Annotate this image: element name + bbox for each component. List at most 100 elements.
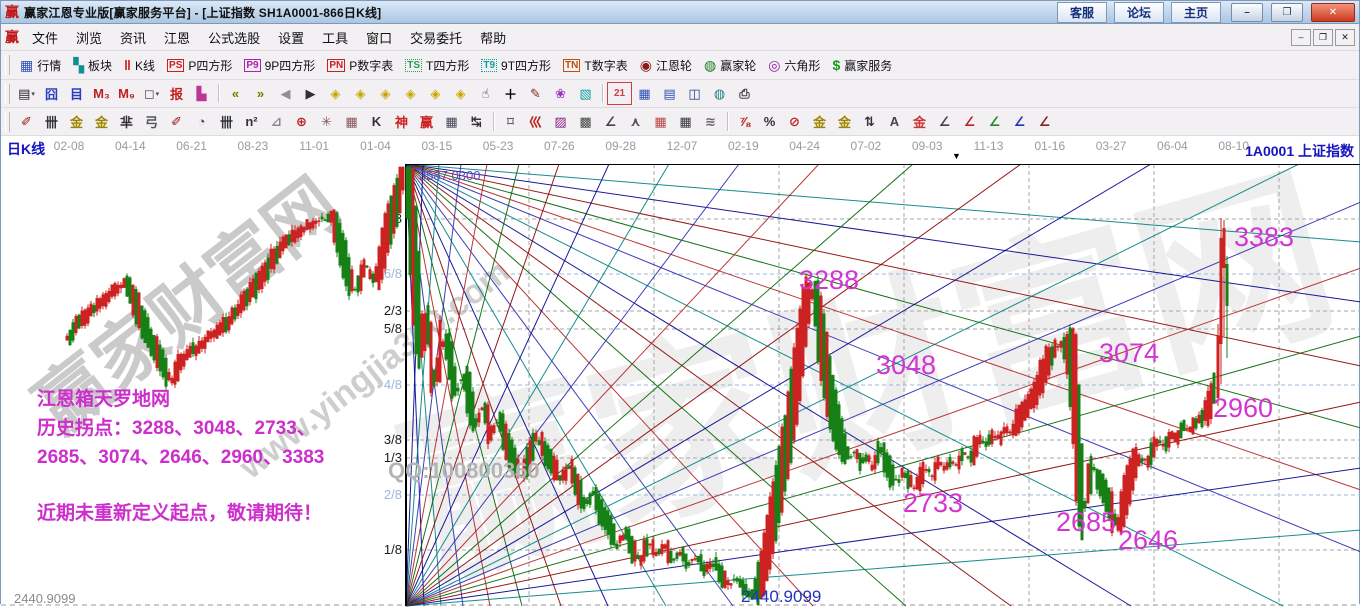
view-tool-icon-14[interactable]: ◈: [348, 82, 373, 105]
view-tool-icon-21[interactable]: ✎: [523, 82, 548, 105]
draw-tool-icon-21[interactable]: 巛: [523, 110, 548, 133]
draw-tool-icon-18[interactable]: ↹: [464, 110, 489, 133]
view-tool-icon-11[interactable]: ◀: [273, 82, 298, 105]
draw-tool-icon-2[interactable]: 金: [64, 110, 89, 133]
view-tool-icon-5[interactable]: ◻▾: [139, 82, 164, 105]
view-tool-icon-4[interactable]: M₉: [114, 82, 139, 105]
view-tool-icon-25[interactable]: 21: [607, 82, 632, 105]
view-tool-icon-26[interactable]: ▦: [632, 82, 657, 105]
draw-tool-icon-20[interactable]: ⌑: [498, 110, 523, 133]
view-tool-icon-22[interactable]: ❀: [548, 82, 573, 105]
gann-chart-canvas[interactable]: 赢家财富网www.yingjia360.com赢家财富网7/86/82/35/8…: [1, 164, 1360, 610]
draw-tool-icon-27[interactable]: ▦: [673, 110, 698, 133]
draw-tool-icon-37[interactable]: 金: [907, 110, 932, 133]
draw-tool-icon-0[interactable]: ✐: [14, 110, 39, 133]
draw-tool-icon-15[interactable]: 神: [389, 110, 414, 133]
draw-tool-icon-23[interactable]: ▩: [573, 110, 598, 133]
draw-tool-icon-4[interactable]: 芈: [114, 110, 139, 133]
menu-item-公式选股[interactable]: 公式选股: [199, 25, 269, 50]
view-tool-icon-2[interactable]: 目: [64, 82, 89, 105]
toolbar-drag-handle[interactable]: [5, 84, 10, 104]
homepage-button[interactable]: 主页: [1171, 2, 1221, 23]
view-tool-icon-16[interactable]: ◈: [398, 82, 423, 105]
draw-tool-icon-40[interactable]: ∠: [982, 110, 1007, 133]
draw-tool-icon-16[interactable]: 赢: [414, 110, 439, 133]
toolbar-button-行情[interactable]: ▦行情: [14, 57, 67, 74]
doc-restore-button[interactable]: ❐: [1313, 29, 1333, 46]
draw-tool-icon-12[interactable]: ✳: [314, 110, 339, 133]
draw-tool-icon-8[interactable]: 卌: [214, 110, 239, 133]
draw-tool-icon-35[interactable]: ⇅: [857, 110, 882, 133]
menu-item-文件[interactable]: 文件: [23, 25, 67, 50]
view-tool-icon-30[interactable]: ⎙: [732, 82, 757, 105]
toolbar-button-江恩轮[interactable]: ◉江恩轮: [634, 57, 698, 74]
toolbar-drag-handle[interactable]: [5, 112, 10, 132]
view-tool-icon-12[interactable]: ▶: [298, 82, 323, 105]
view-tool-icon-9[interactable]: «: [223, 82, 248, 105]
view-tool-icon-19[interactable]: ☝: [473, 82, 498, 105]
toolbar-button-K线[interactable]: ‖K线: [118, 57, 161, 74]
view-tool-icon-20[interactable]: ＋: [498, 82, 523, 105]
forum-button[interactable]: 论坛: [1114, 2, 1164, 23]
view-tool-icon-7[interactable]: ▙: [189, 82, 214, 105]
minimize-button[interactable]: –: [1231, 3, 1263, 22]
draw-tool-icon-39[interactable]: ∠: [957, 110, 982, 133]
doc-close-button[interactable]: ✕: [1335, 29, 1355, 46]
draw-tool-icon-32[interactable]: ⊘: [782, 110, 807, 133]
chart-area[interactable]: 赢家财富网www.yingjia360.com赢家财富网7/86/82/35/8…: [1, 164, 1359, 610]
menu-item-资讯[interactable]: 资讯: [111, 25, 155, 50]
view-tool-icon-15[interactable]: ◈: [373, 82, 398, 105]
menu-item-交易委托[interactable]: 交易委托: [401, 25, 471, 50]
toolbar-button-赢家轮[interactable]: ◍赢家轮: [698, 57, 762, 74]
menu-item-浏览[interactable]: 浏览: [67, 25, 111, 50]
draw-tool-icon-42[interactable]: ∠: [1032, 110, 1057, 133]
view-tool-icon-27[interactable]: ▤: [657, 82, 682, 105]
draw-tool-icon-31[interactable]: %: [757, 110, 782, 133]
view-tool-icon-10[interactable]: »: [248, 82, 273, 105]
draw-tool-icon-3[interactable]: 金: [89, 110, 114, 133]
draw-tool-icon-13[interactable]: ▦: [339, 110, 364, 133]
view-tool-icon-17[interactable]: ◈: [423, 82, 448, 105]
draw-tool-icon-7[interactable]: ◔: [189, 110, 214, 133]
toolbar-button-P数字表[interactable]: PNP数字表: [321, 57, 399, 74]
draw-tool-icon-9[interactable]: n²: [239, 110, 264, 133]
toolbar-button-板块[interactable]: ▚板块: [67, 57, 118, 74]
view-tool-icon-0[interactable]: ▤▾: [14, 82, 39, 105]
draw-tool-icon-41[interactable]: ∠: [1007, 110, 1032, 133]
draw-tool-icon-5[interactable]: 弓: [139, 110, 164, 133]
draw-tool-icon-10[interactable]: ⊿: [264, 110, 289, 133]
doc-minimize-button[interactable]: –: [1291, 29, 1311, 46]
view-tool-icon-1[interactable]: 囧: [39, 82, 64, 105]
draw-tool-icon-1[interactable]: 卌: [39, 110, 64, 133]
restore-button[interactable]: ❐: [1271, 3, 1303, 22]
draw-tool-icon-25[interactable]: ⋏: [623, 110, 648, 133]
draw-tool-icon-36[interactable]: A: [882, 110, 907, 133]
draw-tool-icon-14[interactable]: K: [364, 110, 389, 133]
draw-tool-icon-33[interactable]: 金: [807, 110, 832, 133]
customer-service-button[interactable]: 客服: [1057, 2, 1107, 23]
toolbar-button-赢家服务[interactable]: $赢家服务: [826, 57, 898, 74]
toolbar-button-T数字表[interactable]: TNT数字表: [557, 57, 634, 74]
draw-tool-icon-6[interactable]: ✐: [164, 110, 189, 133]
menu-item-窗口[interactable]: 窗口: [357, 25, 401, 50]
draw-tool-icon-17[interactable]: ▦: [439, 110, 464, 133]
close-button[interactable]: ✕: [1311, 3, 1355, 22]
view-tool-icon-3[interactable]: M₃: [89, 82, 114, 105]
view-tool-icon-29[interactable]: ◍: [707, 82, 732, 105]
draw-tool-icon-26[interactable]: ▦: [648, 110, 673, 133]
draw-tool-icon-28[interactable]: ≋: [698, 110, 723, 133]
draw-tool-icon-30[interactable]: ⅞: [732, 110, 757, 133]
menu-item-设置[interactable]: 设置: [269, 25, 313, 50]
draw-tool-icon-38[interactable]: ∠: [932, 110, 957, 133]
view-tool-icon-23[interactable]: ▧: [573, 82, 598, 105]
draw-tool-icon-11[interactable]: ⊕: [289, 110, 314, 133]
toolbar-button-9P四方形[interactable]: P99P四方形: [238, 57, 321, 74]
draw-tool-icon-24[interactable]: ∠: [598, 110, 623, 133]
view-tool-icon-13[interactable]: ◈: [323, 82, 348, 105]
menu-item-帮助[interactable]: 帮助: [471, 25, 515, 50]
menu-item-江恩[interactable]: 江恩: [155, 25, 199, 50]
toolbar-button-六角形[interactable]: ◎六角形: [762, 57, 826, 74]
view-tool-icon-18[interactable]: ◈: [448, 82, 473, 105]
menu-item-工具[interactable]: 工具: [313, 25, 357, 50]
toolbar-drag-handle[interactable]: [5, 55, 10, 75]
